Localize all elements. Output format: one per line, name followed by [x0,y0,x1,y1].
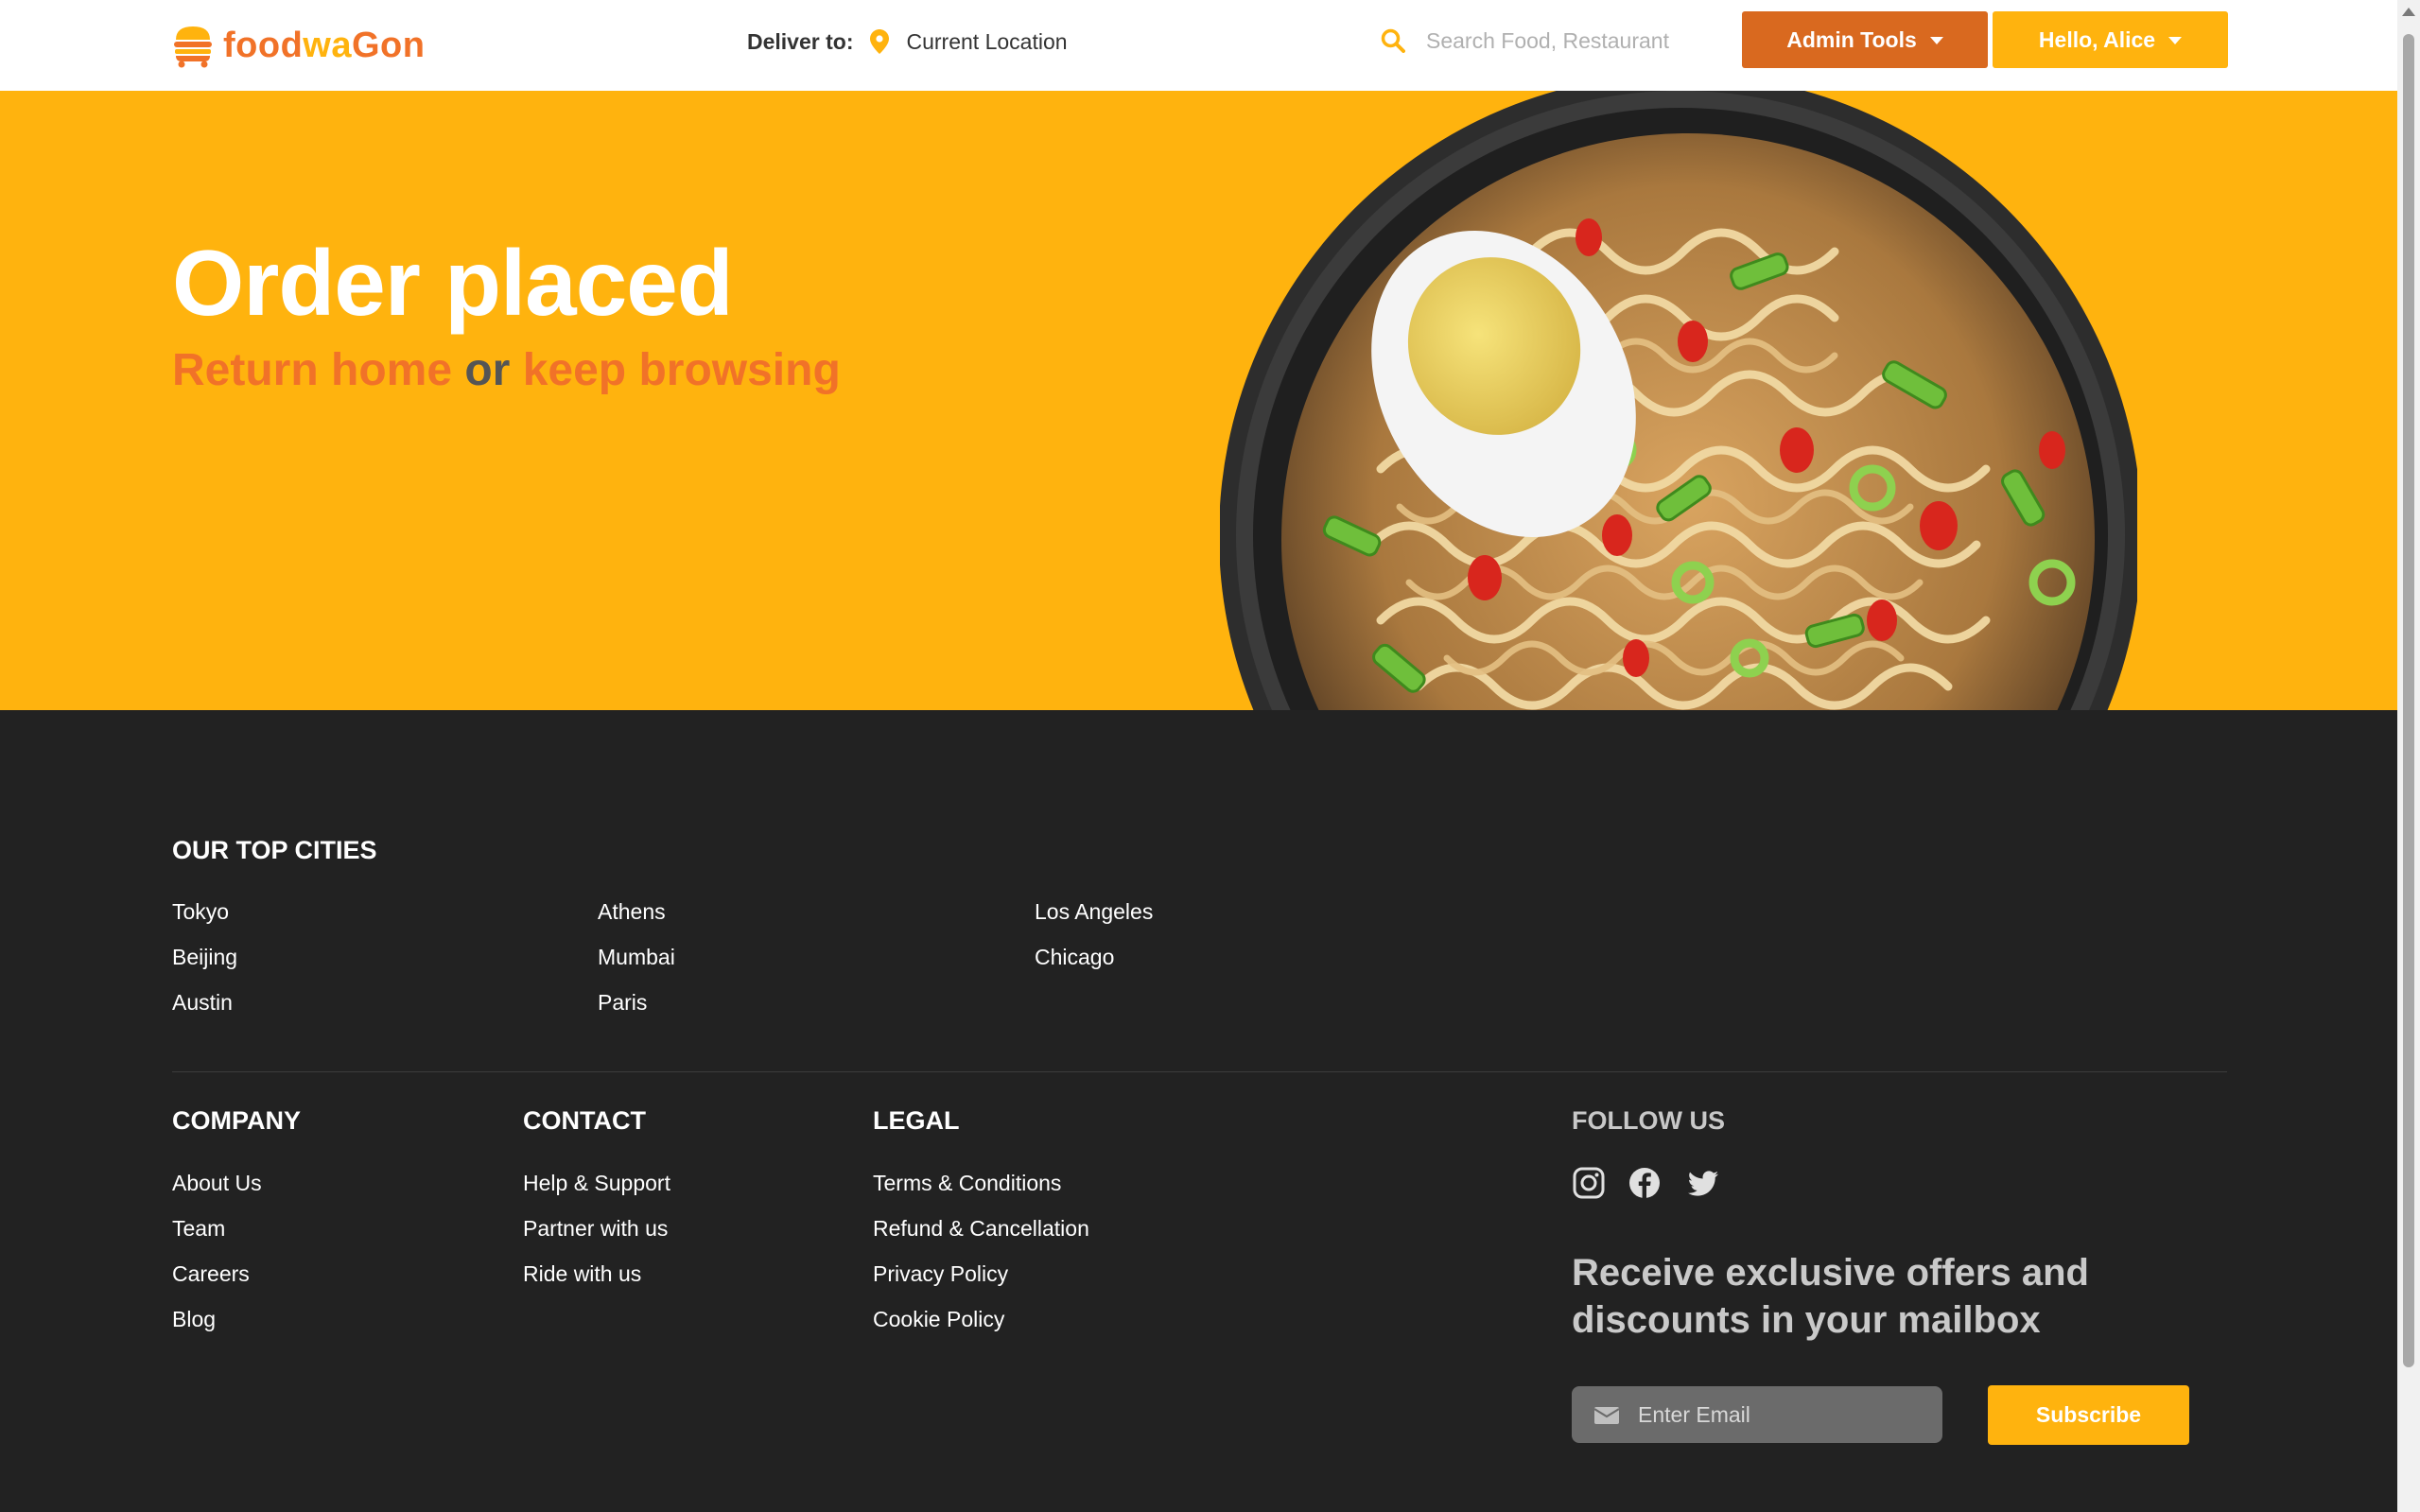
partner-link[interactable]: Partner with us [523,1216,668,1242]
company-heading: COMPANY [172,1106,302,1135]
twitter-icon[interactable] [1686,1166,1720,1200]
city-link-austin[interactable]: Austin [172,990,233,1016]
page-title: Order placed [172,231,734,335]
search-bar [1381,19,1731,62]
scrollbar-thumb[interactable] [2403,34,2414,1367]
city-link-athens[interactable]: Athens [598,899,666,925]
scroll-up-arrow-icon[interactable] [2402,8,2415,16]
search-input[interactable] [1424,26,1712,55]
blog-link[interactable]: Blog [172,1307,216,1332]
newsletter-text: Receive exclusive offers and discounts i… [1572,1252,2089,1341]
facebook-icon[interactable] [1628,1166,1662,1200]
careers-link[interactable]: Careers [172,1261,250,1287]
deliver-to[interactable]: Deliver to: Current Location [747,23,1068,61]
search-icon [1381,28,1405,53]
instagram-icon[interactable] [1572,1166,1606,1200]
scrollbar[interactable] [2397,0,2420,1512]
email-input[interactable] [1636,1400,1942,1429]
terms-link[interactable]: Terms & Conditions [873,1171,1061,1196]
deliver-label: Deliver to: [747,28,854,54]
city-link-los-angeles[interactable]: Los Angeles [1035,899,1153,925]
location-value: Current Location [906,28,1068,54]
ride-link[interactable]: Ride with us [523,1261,641,1287]
caret-down-icon [2168,37,2183,44]
legal-heading: LEGAL [873,1106,960,1135]
user-menu-label: Hello, Alice [2038,26,2156,52]
caret-down-icon [1929,37,1943,44]
or-text: or [464,345,511,395]
top-navbar: foodwaGon Deliver to: Current Location A… [0,0,2397,91]
envelope-icon [1594,1407,1619,1424]
refund-link[interactable]: Refund & Cancellation [873,1216,1089,1242]
email-field-box [1572,1386,1942,1443]
cookie-link[interactable]: Cookie Policy [873,1307,1004,1332]
admin-tools-button[interactable]: Admin Tools [1742,11,1988,68]
burger-logo-icon [174,26,212,68]
logo[interactable]: foodwaGon [172,21,425,70]
noodle-bowl-image [1220,91,2137,710]
subscribe-button[interactable]: Subscribe [1988,1385,2189,1445]
city-link-paris[interactable]: Paris [598,990,647,1016]
about-us-link[interactable]: About Us [172,1171,262,1196]
city-link-chicago[interactable]: Chicago [1035,945,1114,970]
city-link-tokyo[interactable]: Tokyo [172,899,229,925]
top-cities-heading: OUR TOP CITIES [172,836,377,864]
contact-heading: CONTACT [523,1106,646,1135]
footer-divider [172,1071,2227,1072]
follow-us-heading: FOLLOW US [1572,1106,1725,1135]
help-support-link[interactable]: Help & Support [523,1171,670,1196]
team-link[interactable]: Team [172,1216,225,1242]
location-pin-icon [870,29,890,54]
city-link-mumbai[interactable]: Mumbai [598,945,675,970]
logo-text: foodwaGon [223,25,426,65]
footer: OUR TOP CITIES Tokyo Beijing Austin Athe… [0,710,2397,1512]
hero-banner: Order placed Return home or keep browsin… [0,91,2397,710]
admin-tools-label: Admin Tools [1786,26,1917,52]
user-menu-button[interactable]: Hello, Alice [1993,11,2228,68]
hero-subtitle: Return home or keep browsing [172,348,841,393]
keep-browsing-link[interactable]: keep browsing [523,345,841,395]
city-link-beijing[interactable]: Beijing [172,945,237,970]
privacy-link[interactable]: Privacy Policy [873,1261,1008,1287]
return-home-link[interactable]: Return home [172,345,452,395]
